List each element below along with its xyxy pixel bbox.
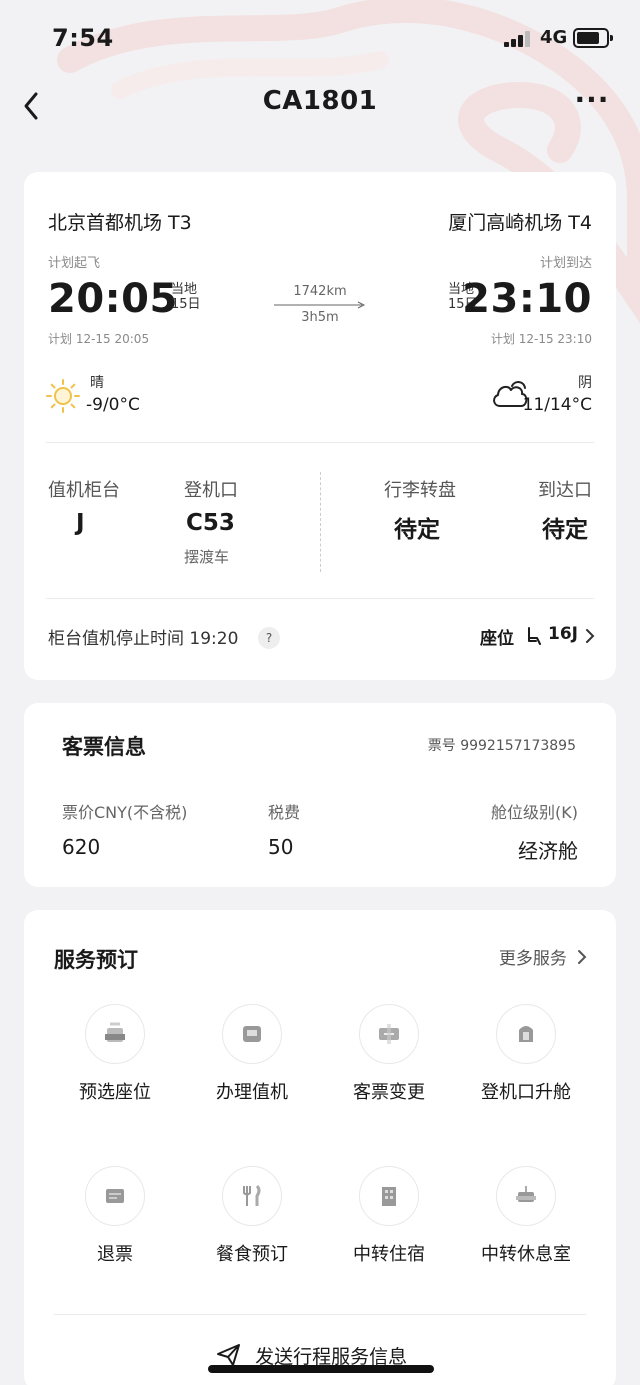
- sunny-icon: [46, 379, 80, 413]
- price-label: 票价CNY(不含税): [62, 803, 188, 822]
- service-upgrade[interactable]: 登机口升舱: [458, 1004, 594, 1104]
- checkin-deadline: 柜台值机停止时间 19:20: [48, 629, 239, 649]
- more-services-label: 更多服务: [498, 949, 567, 969]
- flight-card: 北京首都机场 T3 厦门高崎机场 T4 计划起飞 计划到达 20:05 当地 1…: [24, 172, 616, 680]
- ticket-card: 客票信息 票号 9992157173895 票价CNY(不含税) 620 税费 …: [24, 703, 616, 887]
- upgrade-icon: [496, 1004, 556, 1064]
- cellular-signal-icon: [504, 31, 534, 47]
- departure-weather: 晴: [90, 375, 104, 391]
- ticket-change-icon: [359, 1004, 419, 1064]
- arrival-time: 23:10: [462, 276, 592, 322]
- departure-airport: 北京首都机场 T3: [48, 212, 192, 234]
- status-bar: 7:54 4G: [0, 0, 640, 76]
- ticket-title: 客票信息: [62, 735, 146, 759]
- lounge-icon: [496, 1166, 556, 1226]
- divider: [46, 598, 594, 599]
- departure-label: 计划起飞: [48, 256, 101, 271]
- arrival-weather: 阴: [578, 375, 592, 391]
- service-label: 退票: [97, 1244, 133, 1265]
- arrival-plan: 计划 12-15 23:10: [490, 332, 592, 346]
- baggage-value: 待定: [394, 517, 440, 543]
- help-icon[interactable]: ?: [258, 627, 280, 649]
- service-label: 餐食预订: [216, 1244, 288, 1265]
- more-services-link[interactable]: 更多服务: [499, 944, 588, 972]
- gate-value: C53: [186, 510, 235, 536]
- seat-select-icon: [85, 1004, 145, 1064]
- arrow-right-icon: [274, 301, 366, 309]
- arrival-temp: 11/14°C: [522, 395, 592, 415]
- arrival-exit-value: 待定: [542, 517, 588, 543]
- network-type: 4G: [540, 27, 568, 48]
- service-label: 中转休息室: [481, 1244, 571, 1265]
- service-label: 登机口升舱: [481, 1082, 571, 1103]
- status-time: 7:54: [52, 24, 114, 52]
- chevron-right-icon: [578, 950, 587, 964]
- gate-label: 登机口: [184, 480, 238, 501]
- hotel-icon: [359, 1166, 419, 1226]
- service-label: 预选座位: [79, 1082, 151, 1103]
- home-indicator[interactable]: [208, 1365, 434, 1373]
- seat-icon: [528, 627, 541, 645]
- more-options-button[interactable]: ···: [572, 86, 612, 118]
- service-transit-lounge[interactable]: 中转休息室: [458, 1166, 594, 1266]
- service-card: 服务预订 更多服务 预选座位 办理值机 客票变更 登机口升舱 退票 餐食预订 中…: [24, 910, 616, 1385]
- page-title: CA1801: [262, 86, 378, 116]
- flight-duration: 3h5m: [301, 310, 339, 325]
- flight-distance: 1742km: [293, 284, 347, 299]
- cabin-class-value: 经济舱: [518, 839, 578, 863]
- service-label: 客票变更: [353, 1082, 425, 1103]
- divider: [46, 442, 594, 443]
- divider: [54, 1314, 586, 1315]
- baggage-label: 行李转盘: [384, 480, 456, 501]
- service-label: 中转住宿: [353, 1244, 425, 1265]
- departure-local-label: 当地: [171, 282, 198, 297]
- service-ticket-change[interactable]: 客票变更: [321, 1004, 457, 1104]
- arrival-label: 计划到达: [539, 256, 592, 271]
- battery-icon: [573, 28, 613, 48]
- service-label: 办理值机: [216, 1082, 288, 1103]
- departure-plan: 计划 12-15 20:05: [48, 332, 150, 346]
- departure-day: 15日: [171, 297, 201, 312]
- cabin-class-label: 舱位级别(K): [491, 803, 578, 822]
- departure-time: 20:05: [48, 276, 178, 322]
- service-transit-hotel[interactable]: 中转住宿: [321, 1166, 457, 1266]
- meal-icon: [222, 1166, 282, 1226]
- service-meal[interactable]: 餐食预订: [184, 1166, 320, 1266]
- price-value: 620: [62, 835, 101, 859]
- service-title: 服务预订: [54, 948, 138, 972]
- info-separator: [320, 472, 321, 572]
- departure-local-date: 当地 15日: [171, 282, 201, 312]
- checkin-counter-label: 值机柜台: [48, 480, 120, 501]
- tax-label: 税费: [268, 803, 301, 822]
- seat-value: 16J: [548, 624, 578, 644]
- ticket-number: 票号 9992157173895: [427, 738, 576, 754]
- service-seat-select[interactable]: 预选座位: [47, 1004, 183, 1104]
- departure-temp: -9/0°C: [86, 395, 140, 415]
- nav-bar: CA1801 ···: [0, 80, 640, 130]
- refund-icon: [85, 1166, 145, 1226]
- seat-label: 座位: [480, 629, 514, 649]
- gate-note: 摆渡车: [184, 548, 230, 566]
- service-checkin[interactable]: 办理值机: [184, 1004, 320, 1104]
- arrival-airport: 厦门高崎机场 T4: [448, 212, 592, 234]
- checkin-counter-value: J: [76, 510, 85, 536]
- arrival-exit-label: 到达口: [538, 480, 592, 501]
- chevron-right-icon: [586, 629, 595, 643]
- service-refund[interactable]: 退票: [47, 1166, 183, 1266]
- checkin-icon: [222, 1004, 282, 1064]
- tax-value: 50: [268, 835, 294, 859]
